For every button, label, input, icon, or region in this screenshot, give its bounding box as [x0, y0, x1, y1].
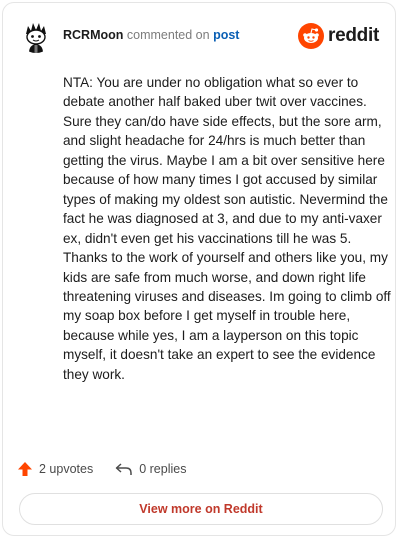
reddit-logo-icon	[298, 23, 325, 49]
user-avatar[interactable]	[19, 19, 53, 53]
view-more-button[interactable]: View more on Reddit	[19, 493, 383, 525]
upvote-stat[interactable]: 2 upvotes	[17, 461, 93, 477]
comment-stats: 2 upvotes 0 replies	[17, 459, 186, 479]
reply-stat[interactable]: 0 replies	[115, 462, 186, 476]
reddit-logo[interactable]: reddit	[298, 23, 379, 49]
comment-meta: RCRMoon commented on post	[63, 28, 239, 42]
comment-body: NTA: You are under no obligation what so…	[63, 75, 391, 382]
upvote-arrow-icon	[18, 462, 32, 476]
username-link[interactable]: RCRMoon	[63, 28, 123, 42]
post-link[interactable]: post	[213, 28, 239, 42]
reply-arrow-icon	[115, 463, 132, 475]
comment-header: RCRMoon commented on post reddit	[17, 17, 381, 57]
action-text: commented on	[126, 28, 210, 42]
reddit-wordmark: reddit	[328, 25, 379, 46]
reply-count: 0 replies	[139, 462, 187, 476]
upvote-count: 2 upvotes	[39, 462, 94, 476]
comment-embed-card: RCRMoon commented on post reddit NTA: Yo…	[2, 2, 396, 536]
snoo-avatar-icon	[19, 19, 53, 53]
